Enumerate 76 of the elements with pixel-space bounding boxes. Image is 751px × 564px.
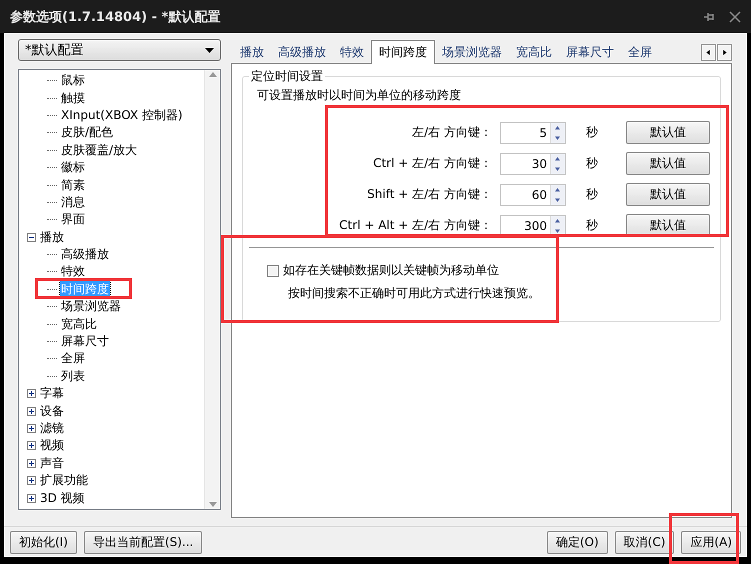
- footer-button[interactable]: 取消(C): [614, 530, 674, 554]
- tab[interactable]: 屏幕尺寸: [559, 42, 621, 63]
- dropdown-arrow-icon: [205, 48, 214, 52]
- footer-button[interactable]: 应用(A): [681, 530, 741, 554]
- profile-dropdown[interactable]: *默认配置: [18, 39, 221, 61]
- number-field[interactable]: 5: [500, 122, 566, 144]
- default-button[interactable]: 默认值: [626, 183, 710, 206]
- footer-button[interactable]: 确定(O): [546, 530, 608, 554]
- tree-item[interactable]: 宽高比: [60, 316, 98, 333]
- tree-item[interactable]: 消息: [60, 194, 86, 211]
- number-field[interactable]: 60: [500, 184, 566, 206]
- tree-item[interactable]: 鼠标: [60, 72, 86, 90]
- unit-label: 秒: [586, 124, 599, 141]
- tree-item[interactable]: 视频: [39, 437, 65, 454]
- highlight-frame: [669, 513, 739, 564]
- tree-item[interactable]: 设备: [39, 402, 65, 420]
- tree-item[interactable]: 场景浏览器: [60, 298, 122, 316]
- tab[interactable]: 高级播放: [271, 42, 333, 63]
- checkbox-label: 如存在关键帧数据则以关键帧为移动单位: [283, 262, 499, 279]
- scroll-up-icon[interactable]: [208, 72, 216, 77]
- number-field[interactable]: 30: [500, 152, 566, 174]
- window-title: 参数选项(1.7.14804) - *默认配置: [10, 8, 220, 26]
- tree-item[interactable]: 滤镜: [39, 420, 65, 437]
- tab[interactable]: 全屏: [621, 42, 659, 63]
- tree-item[interactable]: 简素: [60, 176, 86, 194]
- expand-icon[interactable]: [27, 406, 36, 416]
- scroll-down-icon[interactable]: [208, 502, 216, 507]
- tab[interactable]: 特效: [333, 42, 371, 63]
- group-description: 可设置播放时以时间为单位的移动跨度: [257, 87, 462, 104]
- tree-item[interactable]: 字幕: [39, 385, 65, 402]
- tree-item[interactable]: 触摸: [60, 90, 86, 107]
- tree-item[interactable]: 播放: [39, 228, 65, 246]
- expand-icon[interactable]: [27, 458, 36, 468]
- tree-item[interactable]: 屏幕尺寸: [60, 333, 110, 350]
- unit-label: 秒: [586, 186, 599, 203]
- scrollbar[interactable]: [204, 70, 220, 509]
- tree-item[interactable]: 扩展功能: [39, 472, 89, 490]
- hint-text: 按时间搜索不正确时可用此方式进行快速预览。: [288, 285, 541, 302]
- scroll-left-icon[interactable]: [701, 44, 716, 61]
- tab[interactable]: 播放: [233, 42, 271, 63]
- tree-item[interactable]: 皮肤覆盖/放大: [60, 142, 138, 159]
- tree-item[interactable]: 高级播放: [60, 246, 110, 264]
- collapse-icon[interactable]: [27, 232, 36, 242]
- pin-icon[interactable]: [703, 10, 715, 22]
- default-button[interactable]: 默认值: [626, 121, 710, 144]
- tree-item[interactable]: 3D 视频: [39, 490, 86, 507]
- tree-item[interactable]: XInput(XBOX 控制器): [60, 106, 184, 124]
- tree-item[interactable]: 皮肤/配色: [60, 124, 114, 142]
- unit-label: 秒: [586, 155, 599, 172]
- scroll-right-icon[interactable]: [717, 44, 732, 61]
- unit-label: 秒: [586, 217, 599, 234]
- number-field[interactable]: 300: [500, 214, 566, 236]
- field-label: Ctrl + Alt + 左/右 方向键：: [338, 217, 493, 234]
- tree-item[interactable]: 特效: [60, 263, 86, 280]
- checkbox[interactable]: [267, 264, 279, 276]
- tree-item[interactable]: 界面: [60, 211, 86, 228]
- tab[interactable]: 场景浏览器: [435, 42, 509, 63]
- expand-icon[interactable]: [27, 441, 36, 450]
- tree-item[interactable]: 徽标: [60, 159, 86, 176]
- field-label: Ctrl + 左/右 方向键：: [372, 155, 493, 172]
- expand-icon[interactable]: [27, 424, 36, 433]
- group-title: 定位时间设置: [250, 68, 324, 85]
- close-icon[interactable]: [729, 10, 741, 22]
- tree-item[interactable]: 全屏: [60, 350, 86, 368]
- tree-item[interactable]: 列表: [60, 368, 86, 385]
- field-label: 左/右 方向键：: [411, 124, 493, 141]
- footer-button[interactable]: 导出当前配置(S)...: [84, 530, 202, 554]
- field-label: Shift + 左/右 方向键：: [366, 186, 493, 203]
- expand-icon[interactable]: [27, 494, 36, 503]
- default-button[interactable]: 默认值: [626, 152, 710, 175]
- tree-item[interactable]: 声音: [39, 454, 65, 472]
- tab[interactable]: 宽高比: [509, 42, 559, 63]
- expand-icon[interactable]: [27, 389, 36, 398]
- footer-button[interactable]: 初始化(I): [10, 530, 77, 554]
- expand-icon[interactable]: [27, 476, 36, 486]
- tab[interactable]: 时间跨度: [371, 40, 435, 64]
